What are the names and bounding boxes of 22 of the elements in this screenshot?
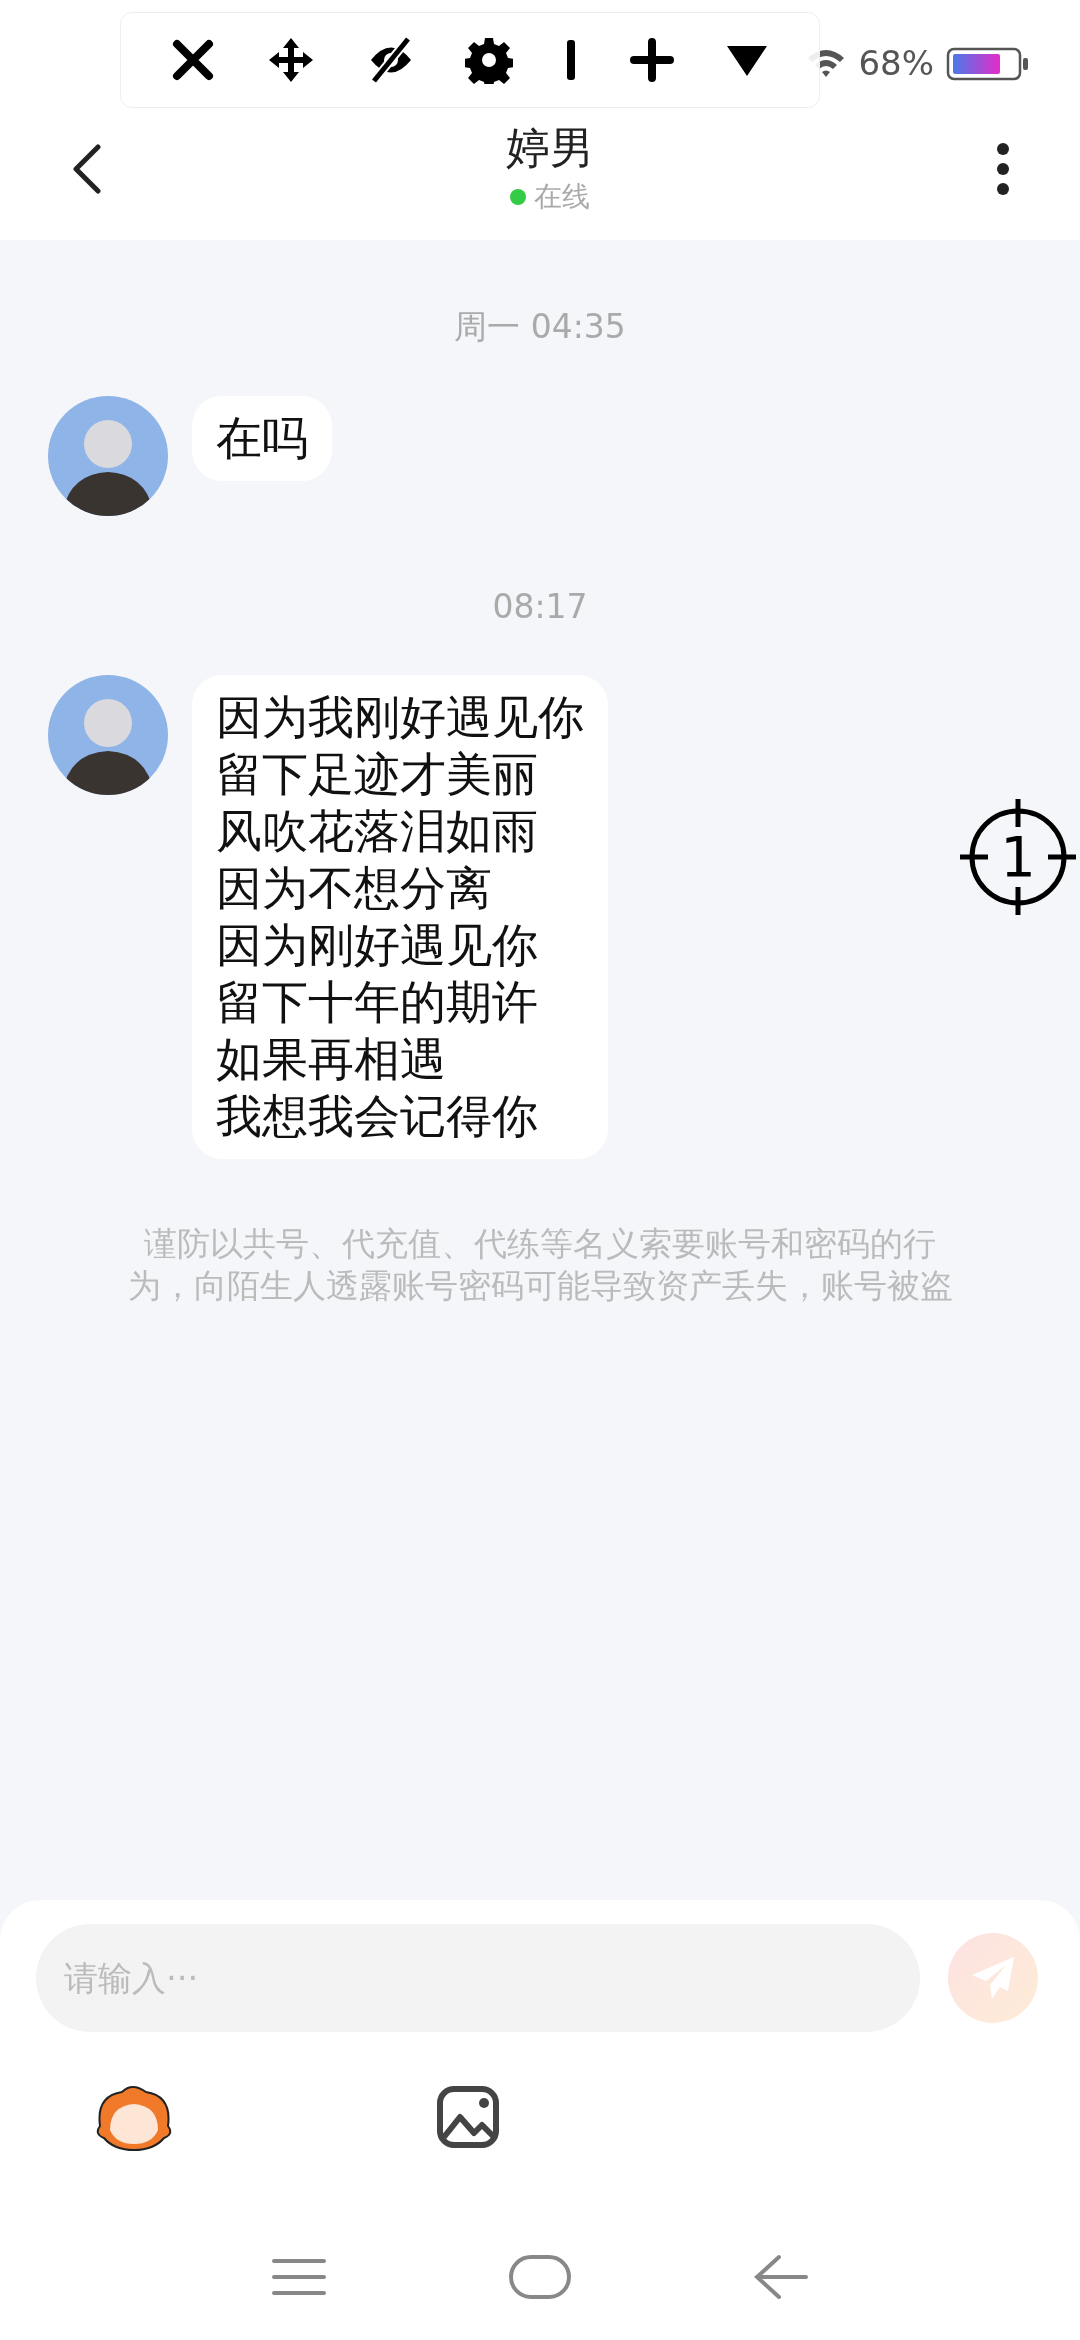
message-bubble: 因为我刚好遇见你 留下足迹才美丽 风吹花落泪如雨 因为不想分离 因为刚好遇见你 留下十年的期许 如果再相遇 我想我会记得你: [192, 675, 608, 1159]
chat-title: 婷男: [506, 121, 594, 175]
close-icon[interactable]: [170, 38, 215, 82]
battery-icon: [946, 45, 1030, 82]
image-icon[interactable]: [436, 2085, 500, 2149]
home-icon[interactable]: [508, 2254, 572, 2300]
security-notice: 谨防以共号、代充值、代练等名义索要账号和密码的行为，向陌生人透露账号密码可能导致资产丢失，账号被盗: [126, 1223, 954, 1307]
message-bubble: 在吗: [192, 395, 332, 481]
message-input[interactable]: 请输入···: [36, 1924, 920, 2032]
back-icon[interactable]: [70, 144, 104, 194]
menu-icon[interactable]: [270, 2257, 327, 2297]
crosshair-icon[interactable]: [958, 797, 1078, 917]
timestamp: 08:17: [492, 585, 588, 628]
settings-icon[interactable]: [464, 36, 513, 84]
timestamp: 周一 04:35: [454, 306, 626, 348]
marker-number: 1: [1000, 827, 1036, 887]
online-status: 在线: [534, 179, 590, 215]
back-arrow-icon[interactable]: [753, 2254, 810, 2300]
more-icon[interactable]: [996, 142, 1010, 196]
send-icon: [970, 1955, 1016, 2001]
plus-icon[interactable]: [629, 38, 674, 82]
battery-percent: 68%: [858, 42, 934, 85]
